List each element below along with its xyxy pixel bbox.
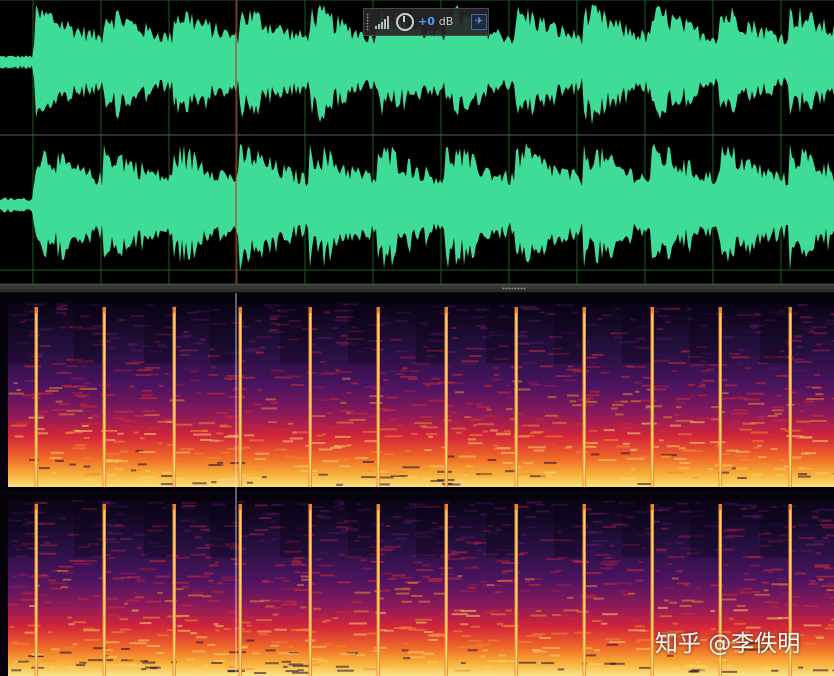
waveform-right-channel — [0, 143, 834, 272]
hud-gain-control[interactable]: +0 dB ✈ — [363, 8, 489, 36]
hud-drag-handle-icon[interactable] — [366, 13, 370, 31]
splitter-grip-icon[interactable] — [502, 287, 526, 290]
spectrogram-channel-divider — [0, 487, 834, 490]
audio-editor-view: +0 dB ✈ 知乎 @李佚明 — [0, 0, 834, 676]
pin-icon[interactable]: ✈ — [471, 14, 487, 30]
spectrogram-left-channel — [0, 293, 834, 488]
view-splitter[interactable] — [0, 284, 834, 293]
spectral-frequency-display[interactable] — [0, 293, 834, 676]
waveform-display[interactable] — [0, 0, 834, 284]
signal-bars-icon — [375, 16, 389, 29]
gain-readout: +0 dB — [418, 15, 453, 28]
gain-value: +0 — [418, 15, 435, 28]
waveform-canvas[interactable] — [0, 0, 834, 284]
gain-unit: dB — [438, 15, 454, 28]
watermark-text: 知乎 @李佚明 — [655, 631, 801, 657]
volume-knob-icon[interactable] — [396, 13, 414, 31]
spectrogram-canvas[interactable] — [0, 293, 834, 676]
